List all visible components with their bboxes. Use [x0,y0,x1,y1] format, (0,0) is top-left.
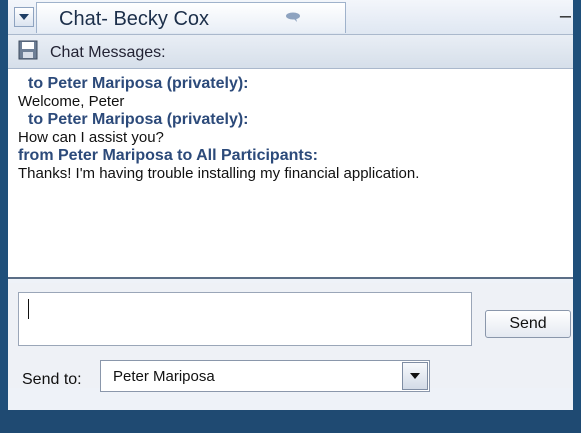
send-to-value: Peter Mariposa [113,368,215,385]
dropdown-arrow-icon [410,373,420,379]
save-icon[interactable] [18,40,38,60]
message-body: Welcome, Peter [18,93,125,110]
message-sender: to Peter Mariposa (privately): [28,75,249,92]
dropdown-button[interactable] [402,362,428,390]
message-sender: to Peter Mariposa (privately): [28,111,249,128]
message-body: How can I assist you? [18,129,164,146]
chevron-down-icon [19,14,29,20]
send-to-label: Send to: [22,371,82,388]
message-sender: from Peter Mariposa to All Participants: [18,147,318,164]
chat-messages-header: Chat Messages: [8,35,573,69]
window-title: Chat- Becky Cox [59,8,210,30]
send-to-dropdown[interactable]: Peter Mariposa [100,360,430,392]
compose-area: Send Send to: Peter Mariposa [8,283,573,392]
send-button[interactable]: Send [485,310,571,338]
chat-messages-area[interactable]: to Peter Mariposa (privately): Welcome, … [8,69,573,279]
chat-message-input[interactable] [18,292,472,346]
window-bottom-border [0,410,581,433]
chat-messages-label: Chat Messages: [50,44,166,61]
text-caret [28,299,29,319]
message-body: Thanks! I'm having trouble installing my… [18,165,420,182]
minimize-button[interactable]: – [560,6,571,26]
chat-bubble-icon [286,12,300,22]
collapse-button[interactable] [14,7,34,27]
title-tab[interactable]: Chat- Becky Cox [36,2,346,33]
title-bar: Chat- Becky Cox – [8,0,573,35]
